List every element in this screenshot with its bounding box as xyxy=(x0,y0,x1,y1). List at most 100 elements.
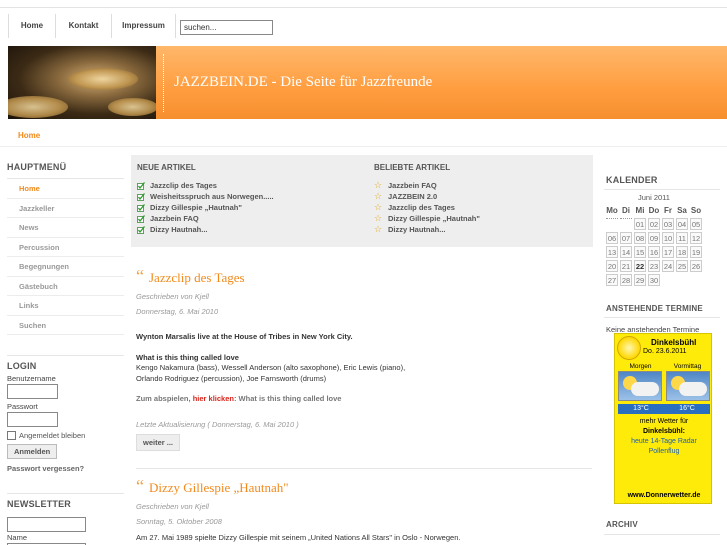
menu-item-home[interactable]: Home xyxy=(7,179,124,199)
calendar-day[interactable]: 21 xyxy=(620,260,632,272)
nav-kontakt[interactable]: Kontakt xyxy=(56,14,112,38)
weather-widget[interactable]: Dinkelsbühl Do. 23.6.2011 Morgen Vormitt… xyxy=(614,333,712,504)
weekday: So xyxy=(690,206,702,215)
header-banner: JAZZBEIN.DE - Die Seite für Jazzfreunde xyxy=(8,46,727,119)
pollen-link[interactable]: Pollenflug xyxy=(615,447,713,457)
username-field[interactable] xyxy=(7,384,58,399)
search-input[interactable]: suchen... xyxy=(180,20,273,35)
nav-impressum[interactable]: Impressum xyxy=(112,14,176,38)
popular-article-item[interactable]: ☆ Dizzy Hautnah... xyxy=(374,224,480,235)
weekday: Mi xyxy=(635,206,645,215)
login-divider xyxy=(7,355,124,356)
calendar-day[interactable]: 14 xyxy=(620,246,632,258)
calendar-day[interactable]: 11 xyxy=(676,232,688,244)
calendar-day[interactable]: 30 xyxy=(648,274,660,286)
menu-item-percussion[interactable]: Percussion xyxy=(7,238,124,257)
calendar-day[interactable]: 17 xyxy=(662,246,674,258)
banner-divider xyxy=(163,54,164,112)
left-sidebar: HAUPTMENÜ Home Jazzkeller News Percussio… xyxy=(0,150,125,545)
calendar-day[interactable]: 26 xyxy=(690,260,702,272)
menu-item-begegnungen[interactable]: Begegnungen xyxy=(7,257,124,277)
menu-item-jazzkeller[interactable]: Jazzkeller xyxy=(7,199,124,218)
calendar-day[interactable]: 25 xyxy=(676,260,688,272)
calendar-day[interactable]: 07 xyxy=(620,232,632,244)
remember-checkbox[interactable] xyxy=(7,431,16,440)
star-icon: ☆ xyxy=(374,213,383,223)
weekday: Fr xyxy=(664,206,672,215)
new-article-item[interactable]: Dizzy Gillespie „Hautnah" xyxy=(137,202,274,213)
article-intro: Wynton Marsalis live at the House of Tri… xyxy=(136,332,353,341)
forgot-password-link[interactable]: Passwort vergessen? xyxy=(7,464,125,473)
article-date: Donnerstag, 6. Mai 2010 xyxy=(136,307,219,316)
drummer-photo xyxy=(8,46,156,119)
calendar-day xyxy=(690,274,702,286)
new-article-item[interactable]: Jazzbein FAQ xyxy=(137,213,274,224)
newsletter-name-label: Name xyxy=(7,533,28,542)
menu-item-links[interactable]: Links xyxy=(7,296,124,316)
calendar-day[interactable]: 08 xyxy=(634,232,646,244)
calendar-day[interactable]: 18 xyxy=(676,246,688,258)
calendar-day[interactable]: 27 xyxy=(606,274,618,286)
breadcrumb[interactable]: Home xyxy=(18,131,40,140)
weather-url[interactable]: www.Donnerwetter.de xyxy=(615,492,713,499)
calendar-day[interactable]: 04 xyxy=(676,218,688,230)
calendar-day[interactable]: 12 xyxy=(690,232,702,244)
calendar-day[interactable]: 20 xyxy=(606,260,618,272)
password-field[interactable] xyxy=(7,412,58,427)
newsletter-title: NEWSLETTER xyxy=(7,499,71,509)
star-icon: ☆ xyxy=(374,202,383,212)
weather-forecast-link[interactable]: heute 14-Tage Radar xyxy=(615,437,713,447)
calendar-day xyxy=(662,274,674,286)
article-author: Geschrieben von Kjell xyxy=(136,292,209,301)
login-form: LOGIN Benutzername Passwort Angemeldet b… xyxy=(7,361,125,473)
weather-logo-icon xyxy=(617,336,641,360)
read-more-button[interactable]: weiter ... xyxy=(136,433,181,451)
new-article-item[interactable]: Weisheitsspruch aus Norwegen..... xyxy=(137,191,274,202)
calendar-day[interactable]: 10 xyxy=(662,232,674,244)
popular-article-item[interactable]: ☆ JAZZBEIN 2.0 xyxy=(374,191,480,202)
play-link[interactable]: hier klicken xyxy=(193,394,234,403)
menu-item-gaestebuch[interactable]: Gästebuch xyxy=(7,277,124,296)
weekday: Sa xyxy=(677,206,687,215)
calendar-day[interactable]: 15 xyxy=(634,246,646,258)
new-article-item[interactable]: Jazzclip des Tages xyxy=(137,180,274,191)
check-icon xyxy=(137,203,146,212)
popular-article-item[interactable]: ☆ Dizzy Gillespie „Hautnah" xyxy=(374,213,480,224)
nav-home[interactable]: Home xyxy=(9,14,56,38)
calendar-day[interactable]: 02 xyxy=(648,218,660,230)
calendar-day xyxy=(676,274,688,286)
article-author: Geschrieben von Kjell xyxy=(136,502,209,511)
partly-cloudy-icon xyxy=(618,371,662,401)
calendar-day[interactable]: 23 xyxy=(648,260,660,272)
article-title[interactable]: “Dizzy Gillespie „Hautnah" xyxy=(136,476,592,496)
main-menu-title: HAUPTMENÜ xyxy=(7,162,67,172)
calendar-day[interactable]: 28 xyxy=(620,274,632,286)
newsletter-email-field[interactable] xyxy=(7,517,86,532)
divider xyxy=(604,189,720,190)
menu-item-suchen[interactable]: Suchen xyxy=(7,316,124,335)
menu-item-news[interactable]: News xyxy=(7,218,124,238)
calendar-day[interactable]: 29 xyxy=(634,274,646,286)
weekday: Do xyxy=(648,206,660,215)
login-button[interactable]: Anmelden xyxy=(7,444,58,459)
calendar-day[interactable]: 13 xyxy=(606,246,618,258)
calendar-day[interactable]: 03 xyxy=(662,218,674,230)
quote-icon: “ xyxy=(136,476,144,496)
calendar-day[interactable]: 05 xyxy=(690,218,702,230)
new-article-item[interactable]: Dizzy Hautnah... xyxy=(137,224,274,235)
check-icon xyxy=(137,214,146,223)
remember-me[interactable]: Angemeldet bleiben xyxy=(7,431,125,440)
popular-article-item[interactable]: ☆ Jazzclip des Tages xyxy=(374,202,480,213)
calendar-day[interactable]: 22 xyxy=(634,260,646,272)
calendar-day[interactable]: 24 xyxy=(662,260,674,272)
article-title[interactable]: “Jazzclip des Tages xyxy=(136,267,592,286)
calendar-day[interactable]: 06 xyxy=(606,232,618,244)
weather-day: Morgen xyxy=(629,363,652,370)
calendar-day[interactable]: 19 xyxy=(690,246,702,258)
calendar-day[interactable]: 01 xyxy=(634,218,646,230)
weather-links: mehr Wetter für Dinkelsbühl: heute 14-Ta… xyxy=(615,417,713,457)
article-intro: Am 27. Mai 1989 spielte Dizzy Gillespie … xyxy=(136,533,461,542)
calendar-day[interactable]: 16 xyxy=(648,246,660,258)
popular-article-item[interactable]: ☆ Jazzbein FAQ xyxy=(374,180,480,191)
calendar-day[interactable]: 09 xyxy=(648,232,660,244)
